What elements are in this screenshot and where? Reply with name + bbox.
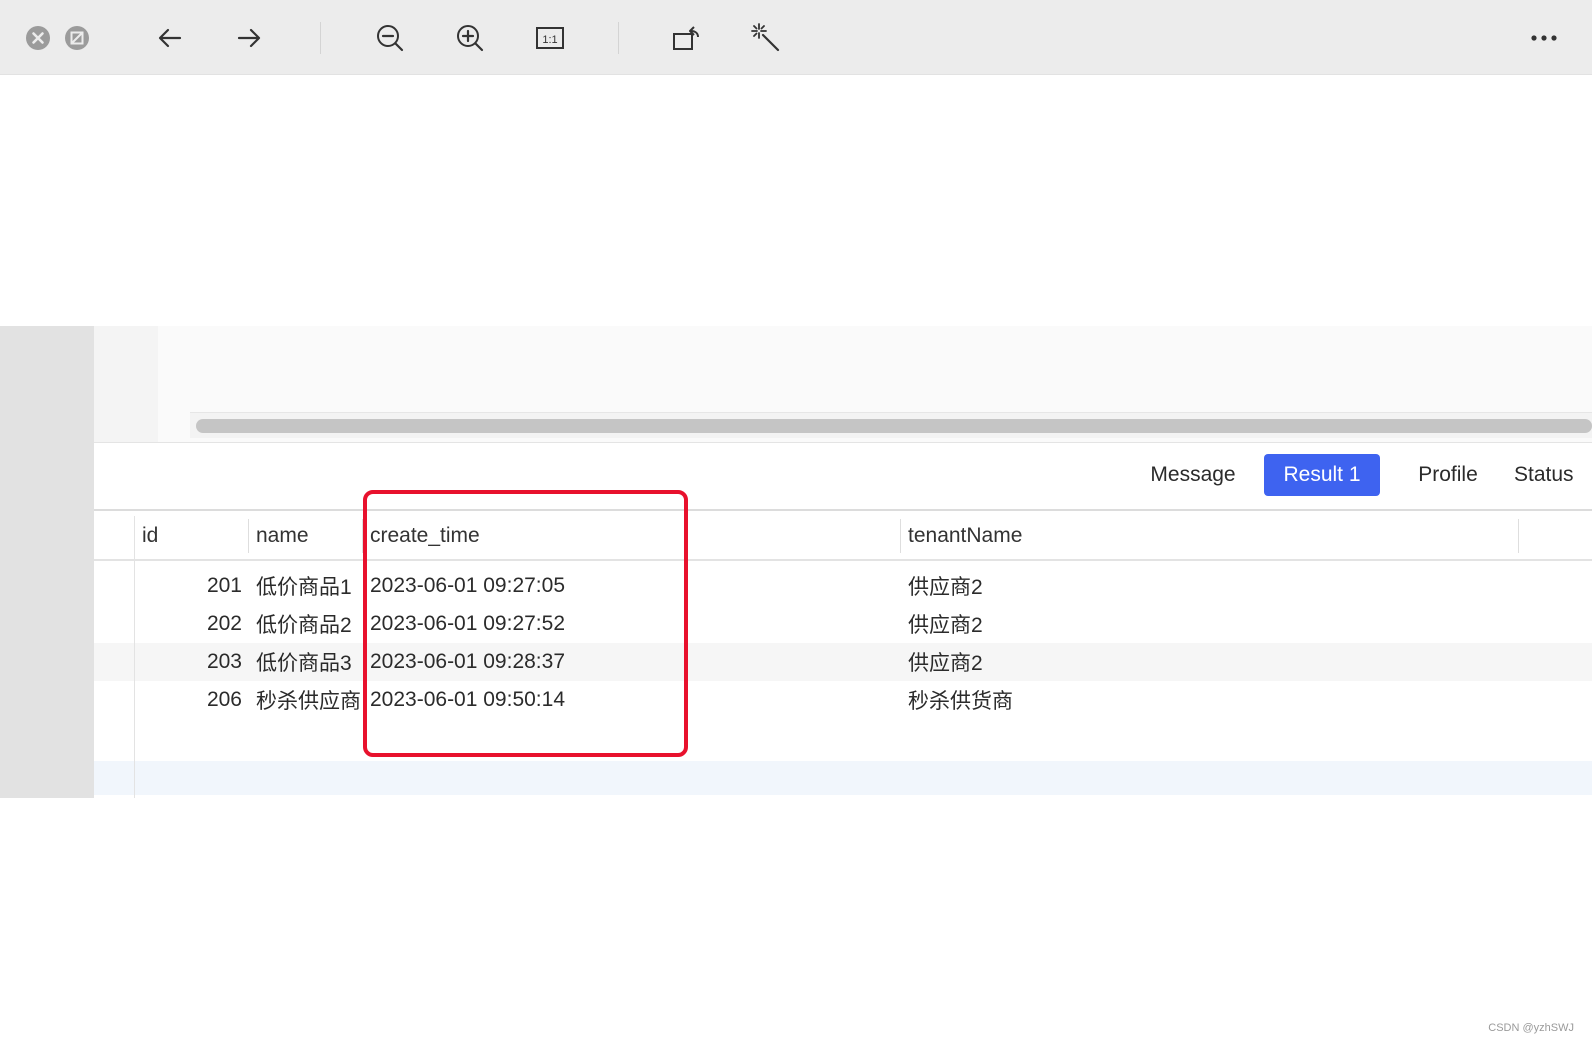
cell-name: 秒杀供应商 bbox=[256, 690, 361, 713]
close-button[interactable] bbox=[20, 20, 56, 56]
horizontal-scrollbar-thumb[interactable] bbox=[196, 419, 1592, 433]
table-row[interactable]: 203 低价商品3 2023-06-01 09:28:37 供应商2 bbox=[94, 643, 1592, 681]
watermark: CSDN @yzhSWJ bbox=[1488, 1022, 1574, 1034]
column-header-create-time[interactable]: create_time bbox=[370, 511, 480, 561]
cell-tenant-name: 秒杀供货商 bbox=[908, 690, 1013, 713]
tab-result-1[interactable]: Result 1 bbox=[1264, 454, 1380, 496]
toolbar-divider bbox=[320, 22, 321, 54]
magic-wand-button[interactable] bbox=[748, 20, 784, 56]
query-result-panel bbox=[0, 326, 1592, 798]
rotate-icon bbox=[673, 26, 699, 50]
cell-create-time: 2023-06-01 09:28:37 bbox=[370, 650, 565, 673]
tab-message[interactable]: Message bbox=[1134, 454, 1252, 496]
more-button[interactable] bbox=[1526, 20, 1562, 56]
column-separator bbox=[1518, 519, 1519, 553]
column-separator bbox=[900, 519, 901, 553]
viewer-toolbar: 1:1 bbox=[0, 0, 1592, 75]
new-row-placeholder[interactable] bbox=[94, 761, 1592, 795]
cell-tenant-name: 供应商2 bbox=[908, 652, 983, 675]
back-button[interactable] bbox=[152, 20, 188, 56]
cell-create-time: 2023-06-01 09:27:05 bbox=[370, 574, 565, 597]
left-gutter bbox=[0, 326, 94, 798]
cell-tenant-name: 供应商2 bbox=[908, 614, 983, 637]
zoom-in-icon bbox=[457, 25, 484, 52]
cell-id: 202 bbox=[206, 612, 242, 635]
result-grid-header: id name create_time tenantName bbox=[94, 511, 1592, 561]
cell-name: 低价商品2 bbox=[256, 614, 352, 637]
forward-arrow-icon bbox=[237, 28, 261, 48]
column-separator bbox=[248, 519, 249, 553]
actual-size-button[interactable]: 1:1 bbox=[532, 20, 568, 56]
rotate-button[interactable] bbox=[669, 20, 705, 56]
row-gutter-line bbox=[134, 516, 135, 798]
stop-icon bbox=[65, 26, 89, 50]
table-row[interactable]: 206 秒杀供应商 2023-06-01 09:50:14 秒杀供货商 bbox=[94, 681, 1592, 719]
zoom-in-button[interactable] bbox=[452, 20, 488, 56]
cell-tenant-name: 供应商2 bbox=[908, 576, 983, 599]
cell-name: 低价商品1 bbox=[256, 576, 352, 599]
table-row[interactable]: 202 低价商品2 2023-06-01 09:27:52 供应商2 bbox=[94, 605, 1592, 643]
more-icon bbox=[1531, 35, 1557, 41]
magic-wand-icon bbox=[751, 23, 780, 52]
column-separator bbox=[362, 519, 363, 553]
forward-button[interactable] bbox=[231, 20, 267, 56]
zoom-out-button[interactable] bbox=[372, 20, 408, 56]
result-tabs: Message Result 1 Profile Status bbox=[0, 454, 1592, 496]
stop-button[interactable] bbox=[59, 20, 95, 56]
tab-profile[interactable]: Profile bbox=[1396, 454, 1500, 496]
cell-create-time: 2023-06-01 09:50:14 bbox=[370, 688, 565, 711]
tab-status[interactable]: Status bbox=[1508, 454, 1592, 496]
column-header-name[interactable]: name bbox=[256, 511, 309, 561]
back-arrow-icon bbox=[158, 28, 182, 48]
table-row[interactable]: 201 低价商品1 2023-06-01 09:27:05 供应商2 bbox=[94, 567, 1592, 605]
cell-create-time: 2023-06-01 09:27:52 bbox=[370, 612, 565, 635]
actual-size-icon: 1:1 bbox=[536, 27, 564, 49]
column-header-tenant-name[interactable]: tenantName bbox=[908, 511, 1022, 561]
close-icon bbox=[26, 26, 50, 50]
cell-id: 203 bbox=[206, 650, 242, 673]
line-number-gutter bbox=[94, 326, 158, 442]
cell-id: 201 bbox=[206, 574, 242, 597]
cell-id: 206 bbox=[206, 688, 242, 711]
panel-divider bbox=[94, 442, 1592, 443]
toolbar-divider bbox=[618, 22, 619, 54]
zoom-out-icon bbox=[377, 25, 404, 52]
actual-size-label: 1:1 bbox=[542, 34, 557, 46]
cell-name: 低价商品3 bbox=[256, 652, 352, 675]
column-header-id[interactable]: id bbox=[142, 511, 158, 561]
